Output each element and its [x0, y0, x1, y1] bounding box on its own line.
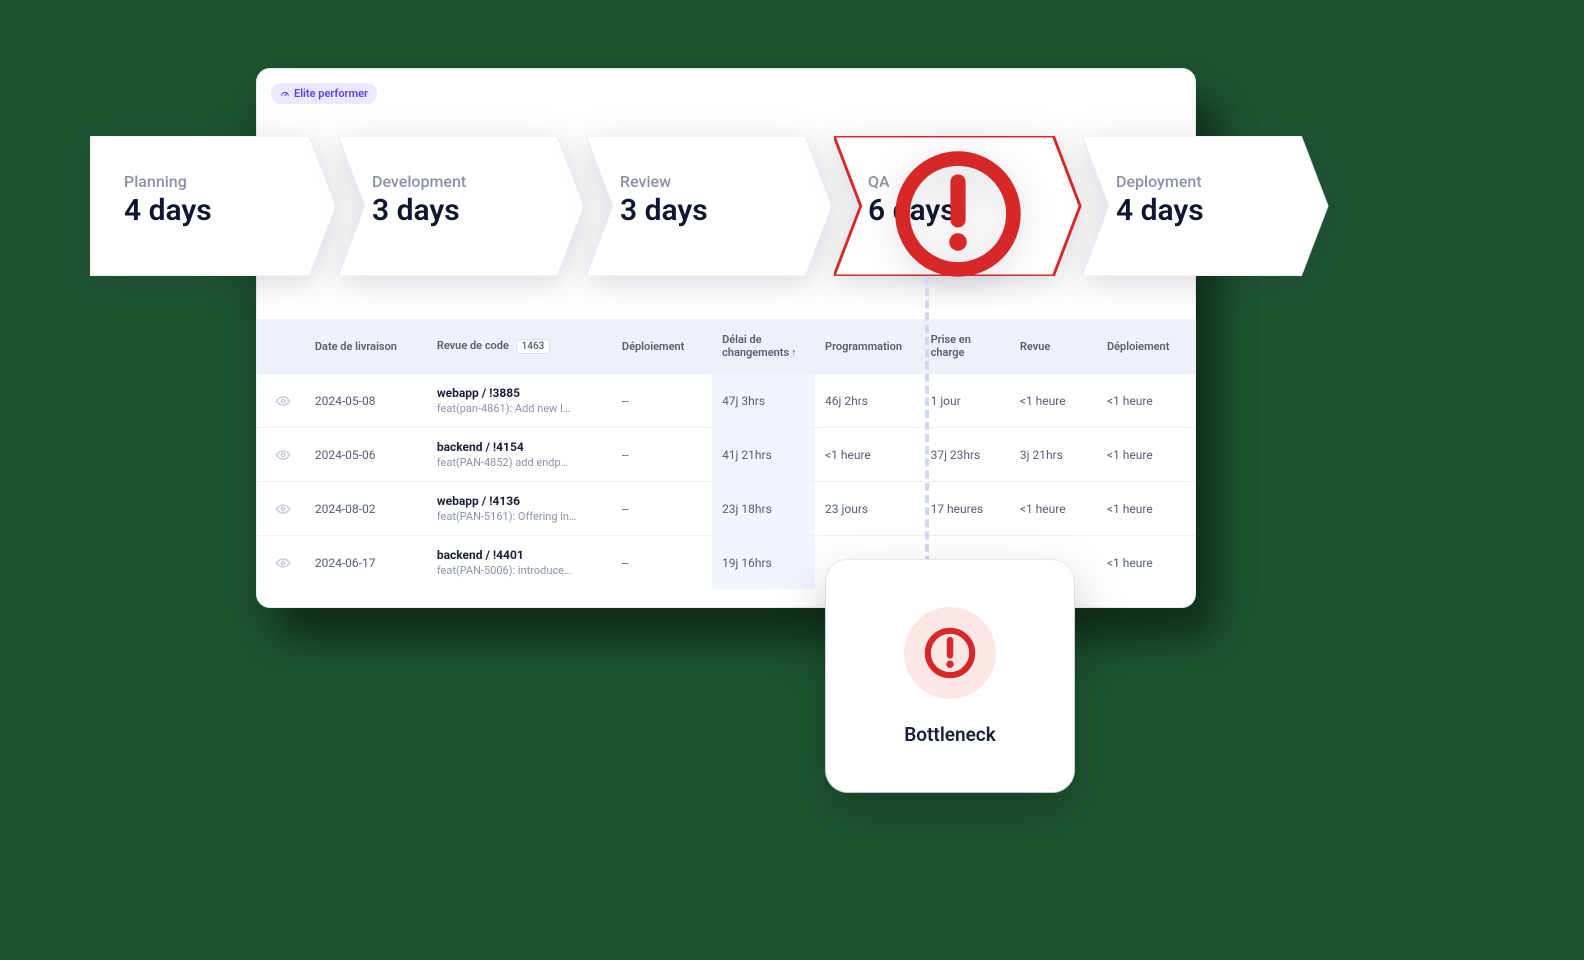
cell-date: 2024-05-06: [305, 428, 427, 482]
cell-deploy: --: [612, 374, 712, 428]
alert-icon: [922, 625, 978, 681]
cell-delai: 23j 18hrs: [712, 482, 815, 536]
cell-code: webapp / !4136feat(PAN-5161): Offering i…: [427, 482, 612, 536]
connector-line: [925, 276, 929, 576]
stage-value: 3 days: [372, 193, 466, 228]
metrics-table: Date de livraison Revue de code 1463 Dép…: [257, 319, 1195, 589]
cell-prise: 37j 23hrs: [921, 428, 1010, 482]
cell-delai: 47j 3hrs: [712, 374, 815, 428]
eye-icon[interactable]: [275, 447, 295, 463]
table-row[interactable]: 2024-08-02webapp / !4136feat(PAN-5161): …: [257, 482, 1195, 536]
cell-delai: 19j 16hrs: [712, 536, 815, 590]
stage-development[interactable]: Development 3 days: [338, 136, 586, 276]
cell-dep2: <1 heure: [1097, 536, 1195, 590]
eye-icon[interactable]: [275, 393, 295, 409]
stage-label: Deployment: [1116, 172, 1204, 191]
arrow-up-icon: ↑: [791, 346, 797, 359]
revue-count: 1463: [516, 339, 551, 354]
cell-date: 2024-05-08: [305, 374, 427, 428]
cell-dep2: <1 heure: [1097, 428, 1195, 482]
stage-deployment[interactable]: Deployment 4 days: [1082, 136, 1330, 276]
stage-label: Development: [372, 172, 466, 191]
table-row[interactable]: 2024-05-08webapp / !3885feat(pan-4861): …: [257, 374, 1195, 428]
badge-label: Elite performer: [294, 87, 368, 100]
cell-code: webapp / !3885feat(pan-4861): Add new l…: [427, 374, 612, 428]
col-programmation[interactable]: Programmation: [815, 319, 921, 374]
col-revue-code[interactable]: Revue de code 1463: [427, 319, 612, 374]
eye-icon[interactable]: [275, 501, 295, 517]
stage-value: 4 days: [124, 193, 212, 228]
col-prise[interactable]: Prise en charge: [921, 319, 1010, 374]
stage-value: 3 days: [620, 193, 708, 228]
cell-prise: 1 jour: [921, 374, 1010, 428]
cell-delai: 41j 21hrs: [712, 428, 815, 482]
elite-performer-badge: Elite performer: [271, 83, 377, 104]
cell-dep2: <1 heure: [1097, 482, 1195, 536]
popup-label: Bottleneck: [904, 723, 996, 746]
speedometer-icon: [280, 89, 290, 99]
cell-date: 2024-08-02: [305, 482, 427, 536]
cell-revue: 3j 21hrs: [1010, 428, 1097, 482]
cell-deploy: --: [612, 536, 712, 590]
col-date[interactable]: Date de livraison: [305, 319, 427, 374]
cell-revue: <1 heure: [1010, 374, 1097, 428]
alert-icon: [834, 144, 1082, 284]
col-deploiement[interactable]: Déploiement: [612, 319, 712, 374]
cell-prog: <1 heure: [815, 428, 921, 482]
col-deploiement2[interactable]: Déploiement: [1097, 319, 1195, 374]
table-row[interactable]: 2024-05-06backend / !4154feat(PAN-4852) …: [257, 428, 1195, 482]
cell-deploy: --: [612, 482, 712, 536]
cell-dep2: <1 heure: [1097, 374, 1195, 428]
col-delai[interactable]: Délai de changements↑: [712, 319, 815, 374]
stage-planning[interactable]: Planning 4 days: [90, 136, 338, 276]
cell-revue: <1 heure: [1010, 482, 1097, 536]
pipeline-stages: Planning 4 days Development 3 days Review 3 d…: [90, 136, 1330, 276]
cell-prog: 46j 2hrs: [815, 374, 921, 428]
cell-prog: 23 jours: [815, 482, 921, 536]
cell-code: backend / !4401feat(PAN-5006): introduce…: [427, 536, 612, 590]
stage-label: Review: [620, 172, 708, 191]
stage-qa[interactable]: QA6 days: [834, 136, 1082, 276]
cell-code: backend / !4154feat(PAN-4852) add endp…: [427, 428, 612, 482]
col-revue[interactable]: Revue: [1010, 319, 1097, 374]
stage-label: Planning: [124, 172, 212, 191]
eye-icon[interactable]: [275, 555, 295, 571]
cell-prise: 17 heures: [921, 482, 1010, 536]
cell-date: 2024-06-17: [305, 536, 427, 590]
cell-deploy: --: [612, 428, 712, 482]
bottleneck-popup: Bottleneck: [826, 560, 1074, 792]
stage-review[interactable]: Review 3 days: [586, 136, 834, 276]
stage-value: 4 days: [1116, 193, 1204, 228]
alert-circle: [904, 607, 996, 699]
